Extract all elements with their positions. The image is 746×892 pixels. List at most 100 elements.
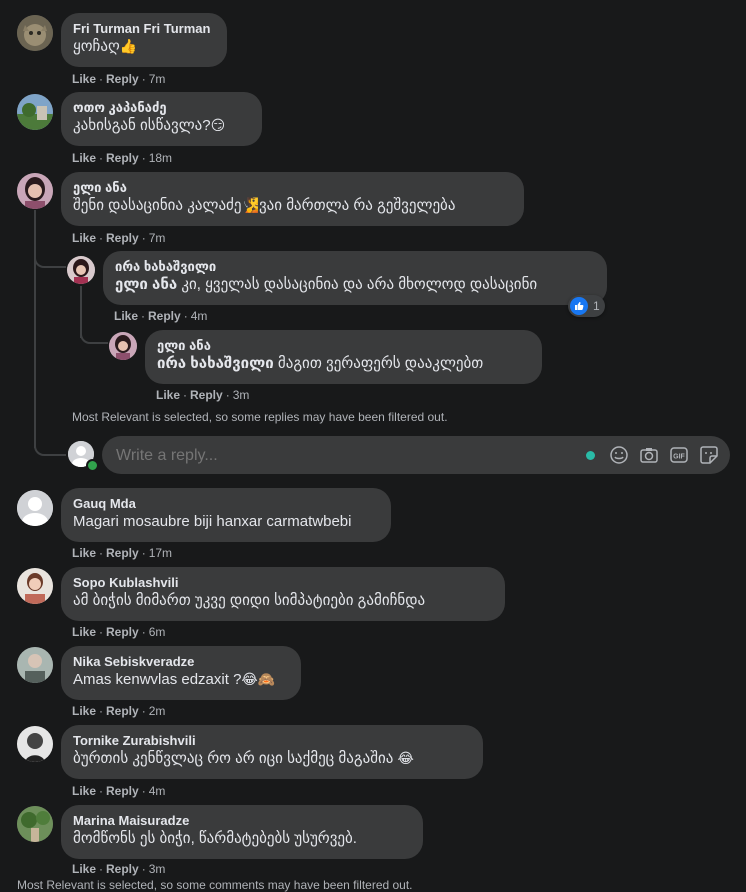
avatar[interactable] [17,94,53,130]
comment-time[interactable]: 3m [233,388,250,402]
reply-button[interactable]: Reply [106,151,139,165]
comment-author[interactable]: ირა ხახაშვილი [115,259,595,275]
comment-actions: Like · Reply · 17m [72,546,173,560]
thread-curve-reply-1 [34,250,66,268]
comment-actions: Like · Reply · 7m [72,231,166,245]
comment-time[interactable]: 3m [149,862,166,876]
comment-actions: Like · Reply · 18m [72,151,173,165]
reply-button[interactable]: Reply [106,862,139,876]
avatar[interactable] [17,568,53,604]
comment-text: ელი ანა კი, ყველას დასაცინია და არა მხოლ… [115,276,538,293]
like-button[interactable]: Like [72,862,96,876]
reply-button[interactable]: Reply [106,704,139,718]
comment-time[interactable]: 7m [149,231,166,245]
like-reaction-icon [570,297,588,315]
avatar[interactable] [67,256,95,284]
comment-time[interactable]: 4m [191,309,208,323]
comment-actions: Like · Reply · 4m [72,784,166,798]
avatar[interactable] [17,647,53,683]
reaction-count: 1 [593,299,600,313]
comment-actions: Like · Reply · 3m [156,388,250,402]
comment-time[interactable]: 6m [149,625,166,639]
filtered-comments-note: Most Relevant is selected, so some comme… [17,878,413,892]
like-button[interactable]: Like [72,784,96,798]
comment-author[interactable]: ოთო კაპანაძე [73,100,250,116]
reply-button[interactable]: Reply [106,72,139,86]
comment-bubble: Sopo Kublashvili ამ ბიჭის მიმართ უკვე დი… [61,567,505,621]
comment-text: კახისგან ისწავლა?😏 [73,117,226,134]
like-button[interactable]: Like [114,309,138,323]
like-button[interactable]: Like [72,704,96,718]
online-indicator [86,459,99,472]
smirk-emoji-icon: 😏 [210,117,226,133]
comment-text: Amas kenwvlas edzaxit ?😂🙈 [73,671,276,688]
comment-text: ბურთის კენწვლაც რო არ იცი საქმეც მაგაშია… [73,750,414,767]
reply-button[interactable]: Reply [190,388,223,402]
avatar[interactable] [109,332,137,360]
comment-actions: Like · Reply · 4m [114,309,208,323]
mention-link[interactable]: ირა ხახაშვილი [157,355,274,372]
reply-button[interactable]: Reply [106,625,139,639]
comment-author[interactable]: ელი ანა [73,180,512,196]
thread-line-main [34,210,36,448]
avatar[interactable] [17,15,53,51]
like-button[interactable]: Like [156,388,180,402]
laughing-emoji-icon: 😂 [397,750,414,766]
reply-composer[interactable]: GIF [102,436,730,476]
avatar[interactable] [17,726,53,762]
like-button[interactable]: Like [72,625,96,639]
sticker-icon[interactable] [699,445,719,465]
see-no-evil-monkey-icon: 🙈 [257,671,276,687]
gif-icon[interactable]: GIF [669,445,689,465]
reaction-badge[interactable]: 1 [568,295,605,317]
reply-button[interactable]: Reply [148,309,181,323]
comment-bubble: ელი ანა შენი დასაცინია კალაძე🧏ვაი მართლა… [61,172,524,226]
comment-author[interactable]: Nika Sebiskveradze [73,654,289,670]
emoji-icon[interactable] [609,445,629,465]
svg-text:GIF: GIF [673,454,685,461]
comment-author[interactable]: Sopo Kublashvili [73,575,493,591]
comment-text: შენი დასაცინია კალაძე🧏ვაი მართლა რა გეშვ… [73,197,456,214]
reply-button[interactable]: Reply [106,546,139,560]
thread-curve-reply-box [34,440,66,456]
reply-button[interactable]: Reply [106,784,139,798]
reply-button[interactable]: Reply [106,231,139,245]
mention-link[interactable]: ელი ანა [115,276,177,293]
filtered-replies-note: Most Relevant is selected, so some repli… [72,410,448,424]
comment-time[interactable]: 18m [149,151,172,165]
comment-author[interactable]: Gauq Mda [73,496,379,512]
comment-time[interactable]: 7m [149,72,166,86]
comment-text: ყოჩაღ👍 [73,38,138,55]
comment-author[interactable]: Marina Maisuradze [73,813,411,829]
comment-actions: Like · Reply · 7m [72,72,166,86]
comment-bubble: ელი ანა ირა ხახაშვილი მაგით ვერაფერს დაა… [145,330,542,384]
comment-time[interactable]: 17m [149,546,172,560]
comment-actions: Like · Reply · 6m [72,625,166,639]
like-button[interactable]: Like [72,72,96,86]
comment-bubble: Tornike Zurabishvili ბურთის კენწვლაც რო … [61,725,483,779]
like-button[interactable]: Like [72,151,96,165]
comment-bubble: Marina Maisuradze მომწონს ეს ბიჭი, წარმა… [61,805,423,859]
camera-icon[interactable] [639,445,659,465]
avatar[interactable] [17,806,53,842]
comment-text: ირა ხახაშვილი მაგით ვერაფერს დააკლებთ [157,355,484,372]
comment-time[interactable]: 2m [149,704,166,718]
like-button[interactable]: Like [72,546,96,560]
person-emoji-icon: 🧏 [241,197,259,213]
comment-text: მომწონს ეს ბიჭი, წარმატებებს უსურვებ. [73,830,357,847]
comment-bubble: Fri Turman Fri Turman ყოჩაღ👍 [61,13,227,67]
comment-time[interactable]: 4m [149,784,166,798]
like-button[interactable]: Like [72,231,96,245]
comment-actions: Like · Reply · 3m [72,862,166,876]
comment-bubble: Gauq Mda Magari mosaubre biji hanxar car… [61,488,391,542]
comment-author[interactable]: Fri Turman Fri Turman [73,21,215,37]
avatar[interactable] [17,173,53,209]
thread-curve-reply-2 [80,330,108,344]
comment-text: Magari mosaubre biji hanxar carmatwbebi [73,513,352,530]
laughing-emoji-icon: 😂 [241,671,258,687]
avatar[interactable] [17,490,53,526]
reply-input[interactable] [114,436,538,476]
comment-author[interactable]: Tornike Zurabishvili [73,733,471,749]
comment-author[interactable]: ელი ანა [157,338,530,354]
comment-bubble: ირა ხახაშვილი ელი ანა კი, ყველას დასაცინ… [103,251,607,305]
